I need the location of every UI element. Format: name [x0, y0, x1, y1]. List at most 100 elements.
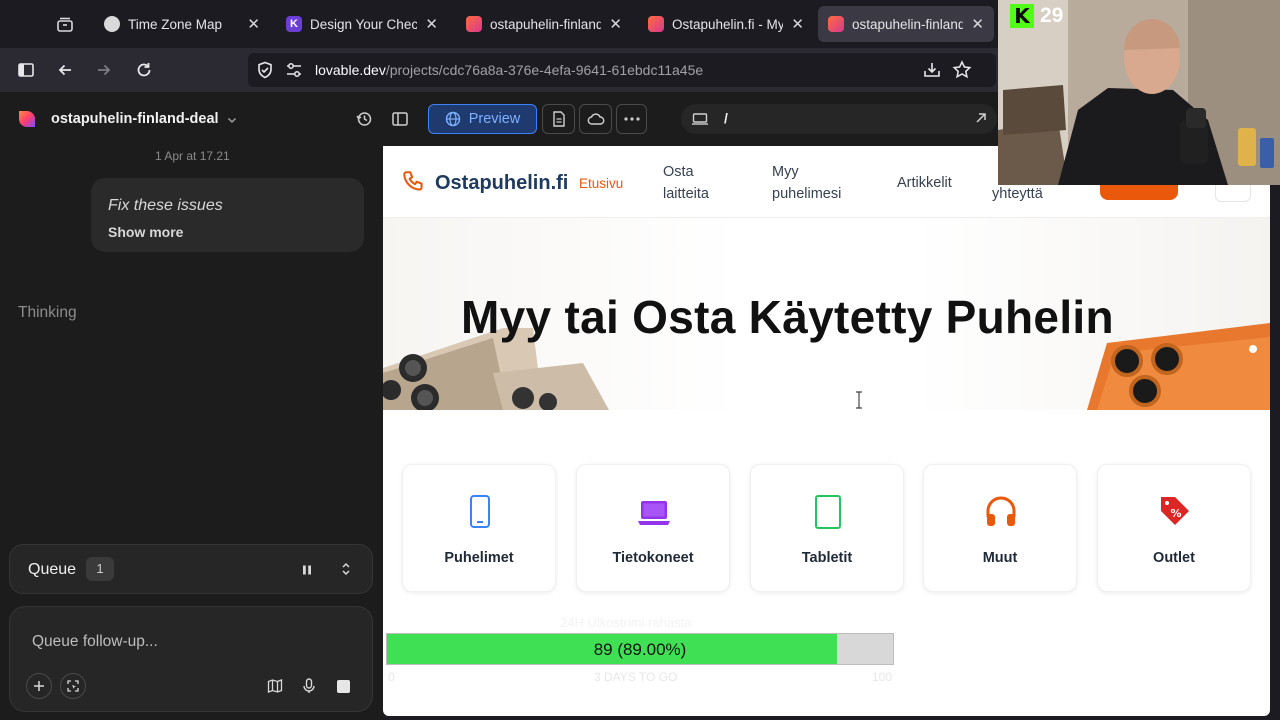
download-icon[interactable]: [922, 61, 942, 84]
tab-title: ostapuhelin-finland-: [490, 16, 602, 32]
hero-title: Myy tai Osta Käytetty Puhelin: [461, 291, 1114, 343]
tag-icon: %: [1159, 495, 1191, 529]
pause-icon[interactable]: [301, 563, 313, 581]
nav-link-articles[interactable]: Artikkelit: [897, 172, 952, 194]
microphone-icon[interactable]: [296, 673, 322, 699]
globe-icon: [445, 111, 461, 127]
category-label: Puhelimet: [444, 550, 514, 566]
nav-link-home[interactable]: Etusivu: [579, 173, 623, 195]
reload-icon[interactable]: [130, 56, 158, 84]
goal-max-label: 100: [872, 670, 893, 684]
user-message-bubble: Fix these issues Show more: [91, 178, 364, 252]
queue-count-badge: 1: [86, 557, 114, 581]
bookmark-star-icon[interactable]: [952, 60, 972, 85]
lovable-logo-icon: [17, 109, 37, 134]
plus-icon[interactable]: [26, 673, 52, 699]
preview-button[interactable]: Preview: [428, 104, 537, 134]
stop-icon: [336, 679, 350, 693]
goal-progress-text: 89 (89.00%): [593, 640, 687, 659]
ellipsis-icon: [623, 117, 640, 121]
expand-collapse-icon[interactable]: [340, 561, 352, 582]
forward-arrow-icon[interactable]: [90, 56, 118, 84]
app-header: ostapuhelin-finland-deal Preview /: [0, 92, 998, 146]
goal-caption: 24H Ulkostrimi rahasta: [560, 615, 692, 630]
lovable-logo-icon: [828, 16, 844, 32]
site-logo[interactable]: Ostapuhelin.fi: [435, 172, 568, 195]
back-arrow-icon[interactable]: [51, 56, 79, 84]
category-card[interactable]: Tabletit: [750, 464, 904, 592]
browser-tab[interactable]: Ostapuhelin.fi - Myy ✕: [638, 6, 814, 42]
tab-overview-icon[interactable]: [52, 12, 78, 38]
category-card[interactable]: Puhelimet: [402, 464, 556, 592]
category-label: Outlet: [1153, 550, 1195, 566]
tab-title: Ostapuhelin.fi - Myy: [672, 16, 784, 32]
browser-tab[interactable]: K Design Your Checklis ✕: [276, 6, 448, 42]
show-more-link[interactable]: Show more: [108, 224, 183, 240]
close-icon[interactable]: ✕: [609, 15, 622, 33]
close-icon[interactable]: ✕: [791, 15, 804, 33]
category-card[interactable]: % Outlet: [1097, 464, 1251, 592]
shield-icon[interactable]: [256, 61, 274, 84]
followup-input-box: Queue follow-up...: [9, 606, 373, 712]
panel-toggle-icon[interactable]: [391, 110, 409, 133]
project-name[interactable]: ostapuhelin-finland-deal: [51, 111, 219, 127]
goal-days-label: 3 DAYS TO GO: [594, 670, 678, 684]
goal-min-label: 0: [388, 670, 395, 684]
svg-text:%: %: [1170, 507, 1181, 520]
device-laptop-icon[interactable]: [691, 112, 709, 131]
hero-banner: Myy tai Osta Käytetty Puhelin: [383, 218, 1270, 410]
category-card[interactable]: Tietokoneet: [576, 464, 730, 592]
url-text: lovable.dev/projects/cdc76a8a-376e-4efa-…: [315, 62, 703, 78]
text-cursor-icon: [855, 391, 863, 414]
nav-link-sell[interactable]: Myy puhelimesi: [772, 161, 852, 205]
browser-tab[interactable]: ostapuhelin-finland- ✕: [456, 6, 632, 42]
tablet-icon: [812, 495, 844, 529]
open-external-icon[interactable]: [974, 111, 988, 130]
category-label: Tabletit: [801, 550, 853, 566]
browser-tab-active[interactable]: ostapuhelin-finland- ✕: [818, 6, 994, 42]
nav-link-contact[interactable]: yhteyttä: [992, 183, 1043, 205]
chat-panel: 1 Apr at 17.21 Fix these issues Show mor…: [0, 146, 383, 720]
thinking-status: Thinking: [18, 304, 77, 321]
queue-bar[interactable]: Queue 1: [9, 544, 373, 594]
sidebar-toggle-icon[interactable]: [12, 56, 40, 84]
queue-label: Queue: [28, 561, 77, 578]
route-bar[interactable]: /: [681, 104, 997, 134]
user-message-text: Fix these issues: [108, 197, 223, 214]
visual-edit-icon[interactable]: [60, 673, 86, 699]
chevron-down-icon[interactable]: [226, 113, 238, 131]
close-icon[interactable]: ✕: [971, 15, 984, 33]
tab-title: ostapuhelin-finland-: [852, 16, 964, 32]
close-icon[interactable]: ✕: [425, 15, 438, 33]
webcam-feed: K 29: [998, 0, 1280, 185]
phone-handset-icon: [401, 169, 427, 200]
tab-title: Design Your Checklis: [310, 16, 418, 32]
cloud-button[interactable]: [579, 104, 612, 134]
category-label: Tietokoneet: [612, 550, 694, 566]
preview-label: Preview: [468, 111, 521, 127]
laptop-icon: [638, 495, 670, 529]
website-preview: Ostapuhelin.fi Etusivu Osta laitteita My…: [383, 146, 1270, 716]
stop-button[interactable]: [330, 673, 356, 699]
route-path[interactable]: /: [724, 110, 728, 126]
message-timestamp: 1 Apr at 17.21: [155, 149, 230, 163]
map-icon[interactable]: [262, 673, 288, 699]
more-options-button[interactable]: [616, 104, 647, 134]
code-view-button[interactable]: [542, 104, 575, 134]
cloud-icon: [587, 112, 605, 126]
kick-viewer-count: 29: [1040, 4, 1064, 27]
close-icon[interactable]: ✕: [247, 15, 260, 33]
kaizen-logo-icon: K: [286, 16, 302, 32]
nav-link-buy[interactable]: Osta laitteita: [663, 161, 733, 205]
url-bar[interactable]: lovable.dev/projects/cdc76a8a-376e-4efa-…: [248, 53, 996, 87]
globe-icon: [104, 16, 120, 32]
browser-tab[interactable]: Time Zone Map ✕: [94, 6, 270, 42]
lovable-logo-icon: [466, 16, 482, 32]
file-icon: [552, 111, 566, 127]
kick-logo-icon: K: [1010, 4, 1034, 28]
url-host: lovable.dev: [315, 62, 386, 78]
site-permissions-icon[interactable]: [285, 62, 303, 83]
followup-input[interactable]: Queue follow-up...: [32, 633, 158, 651]
category-card[interactable]: Muut: [923, 464, 1077, 592]
history-icon[interactable]: [355, 110, 373, 133]
